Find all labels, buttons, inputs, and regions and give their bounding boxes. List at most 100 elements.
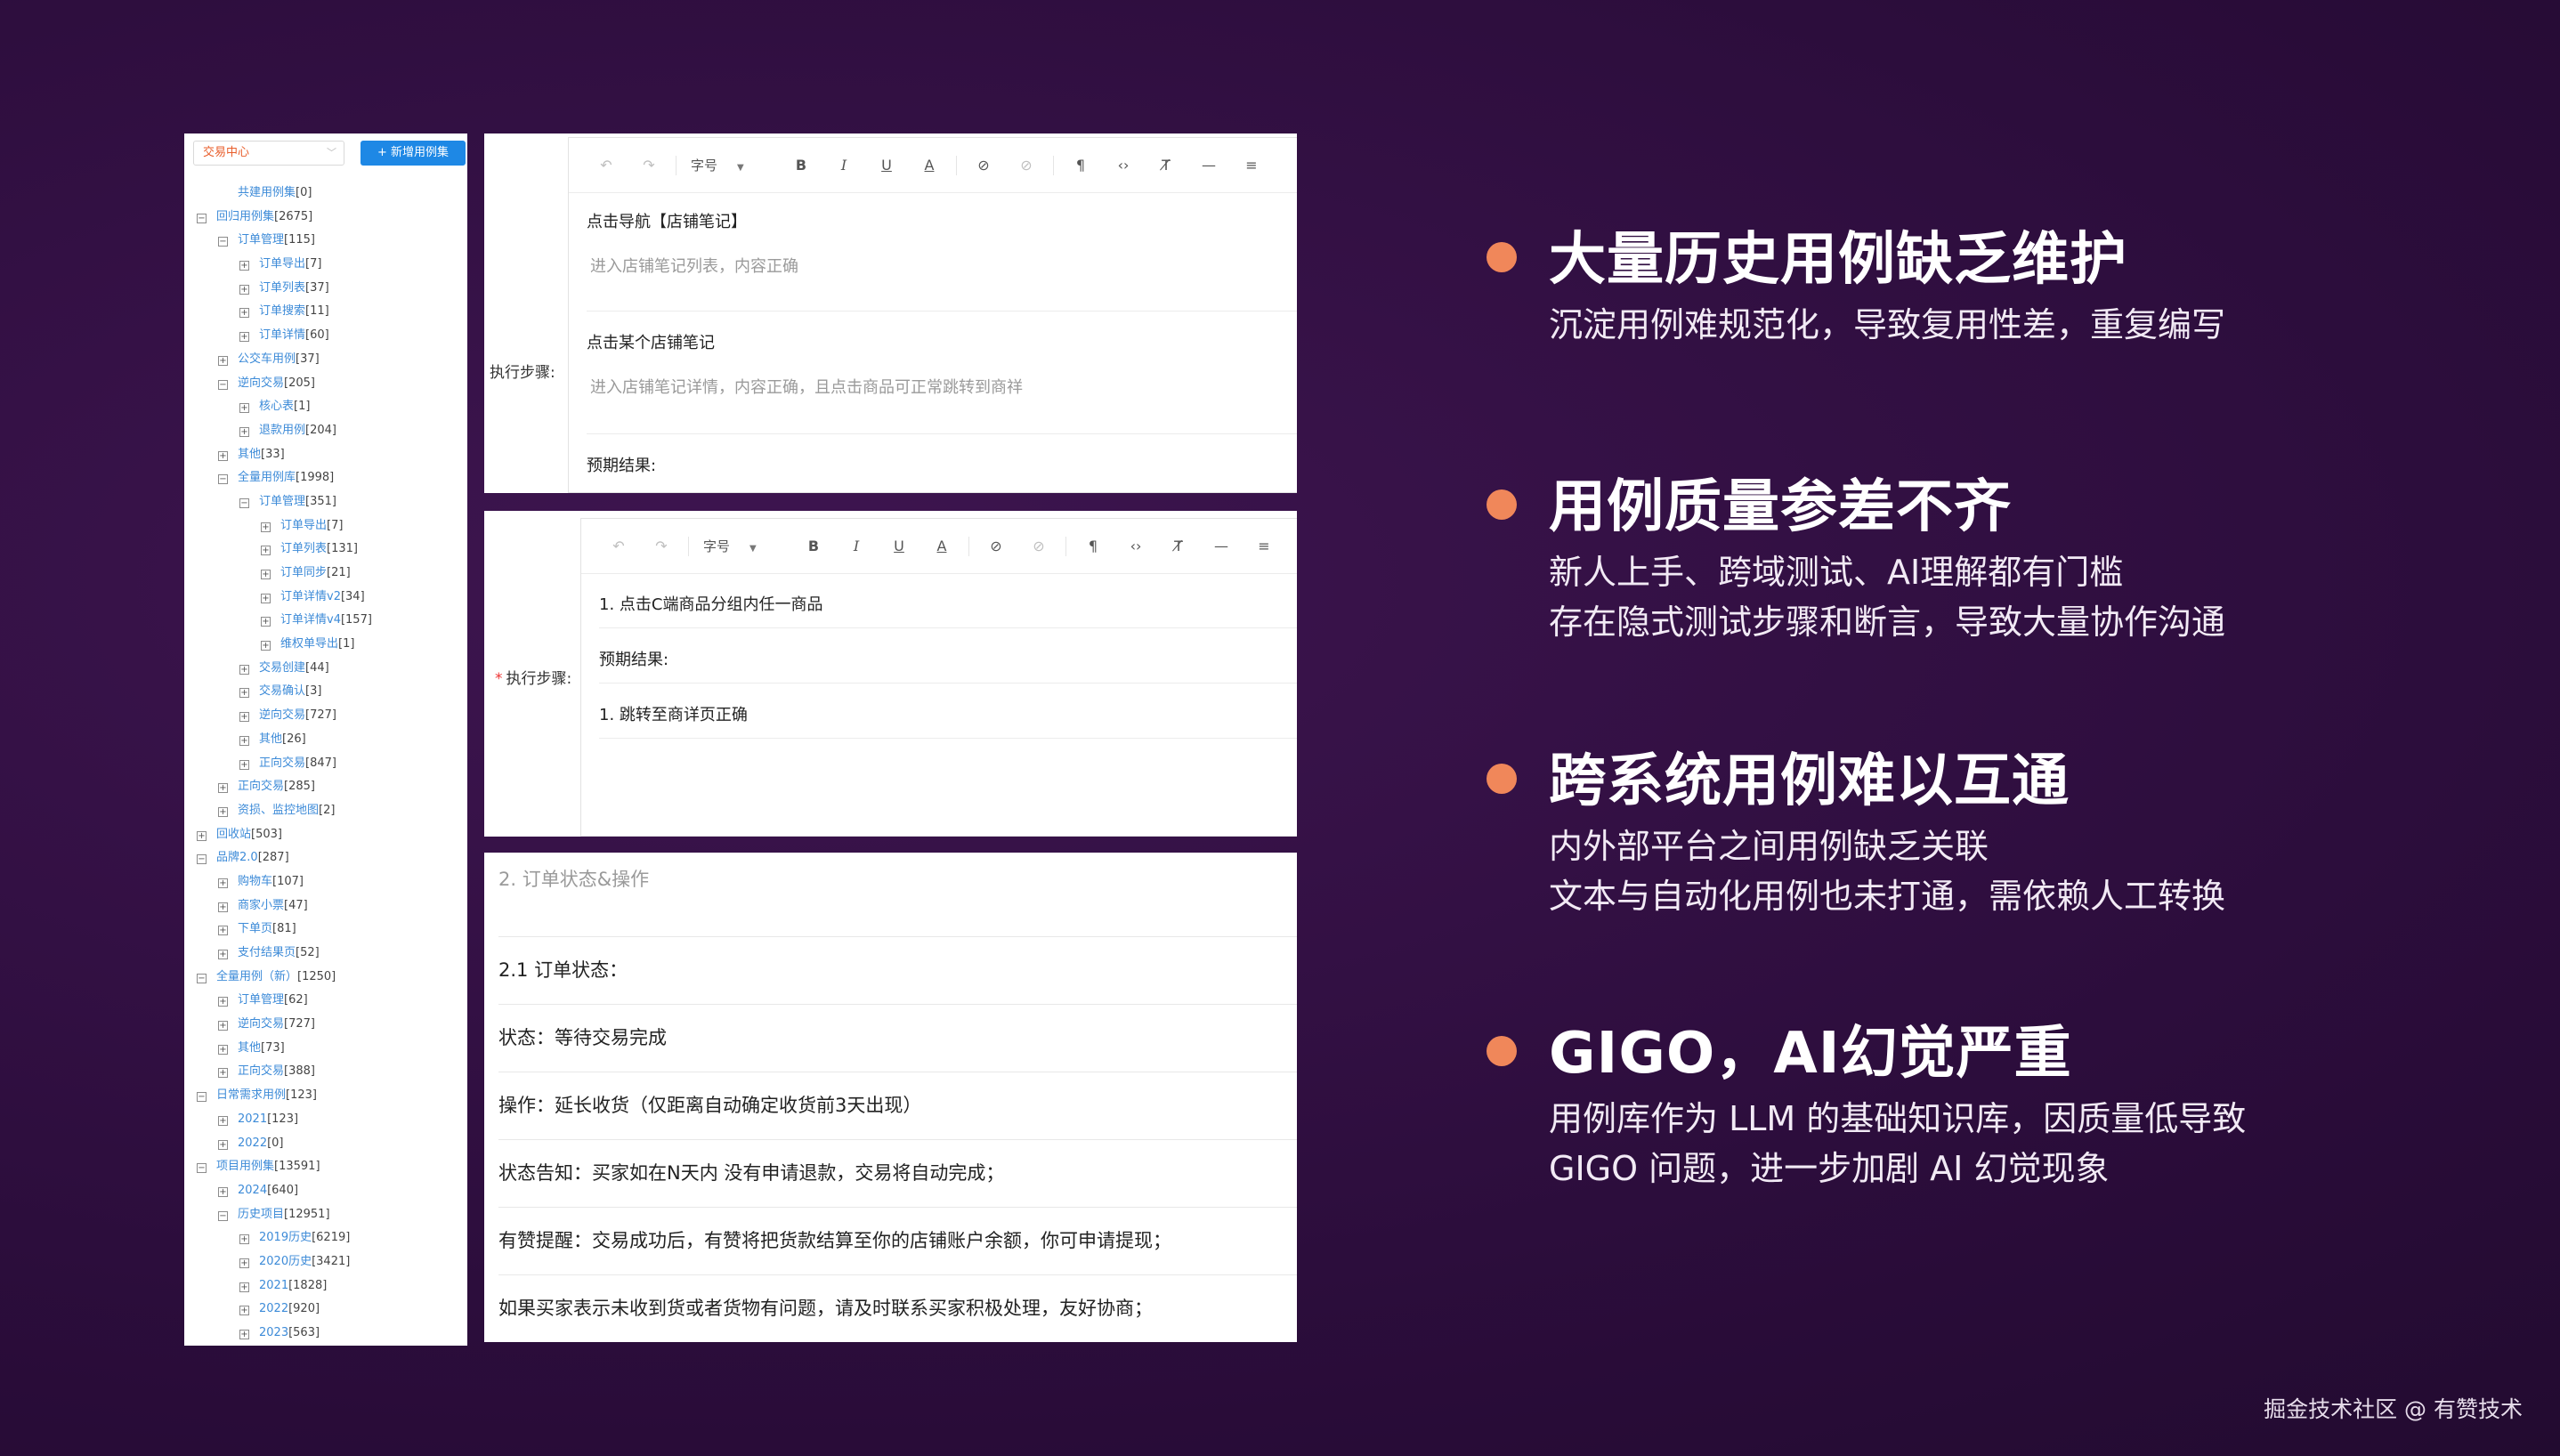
unlink-icon[interactable]: ⊘ bbox=[1005, 157, 1048, 174]
expand-icon[interactable]: + bbox=[261, 546, 271, 556]
link-icon[interactable]: ⊘ bbox=[975, 538, 1017, 554]
expand-icon[interactable]: + bbox=[218, 1021, 228, 1031]
tree-node-name[interactable]: 2022 bbox=[238, 1136, 267, 1150]
collapse-icon[interactable]: − bbox=[197, 213, 207, 223]
tree-node-name[interactable]: 2023 bbox=[259, 1326, 288, 1339]
tree-node-name[interactable]: 购物车 bbox=[238, 875, 272, 888]
expand-icon[interactable]: + bbox=[218, 806, 228, 817]
tree-node-name[interactable]: 逆向交易 bbox=[238, 376, 284, 390]
tree-node[interactable]: + 正向交易[847] bbox=[184, 752, 467, 776]
expand-icon[interactable]: + bbox=[239, 735, 249, 746]
expand-icon[interactable]: + bbox=[239, 308, 249, 319]
tree-node[interactable]: + 订单列表[37] bbox=[184, 277, 467, 301]
tree-node[interactable]: + 订单同步[21] bbox=[184, 562, 467, 586]
tree-node-name[interactable]: 2024 bbox=[238, 1184, 267, 1197]
expand-icon[interactable]: + bbox=[239, 712, 249, 723]
tree-node-name[interactable]: 资损、监控地图 bbox=[238, 804, 319, 817]
tree-node[interactable]: + 退款用例[204] bbox=[184, 419, 467, 443]
tree-node-name[interactable]: 下单页 bbox=[238, 922, 272, 935]
tree-node[interactable]: +2021[1828] bbox=[184, 1274, 467, 1298]
tree-node[interactable]: + 其他[73] bbox=[184, 1037, 467, 1061]
tree-node-name[interactable]: 全量用例库 bbox=[238, 471, 296, 484]
collapse-icon[interactable]: − bbox=[218, 1210, 228, 1221]
tree-node[interactable]: + 其他[26] bbox=[184, 728, 467, 752]
rich-text-editor[interactable]: ↶ ↷ 字号 ▼ B I U A ⊘ ⊘ ¶ ‹› T̸ — ≡ 点击导航【店铺笔… bbox=[568, 137, 1297, 493]
center-select[interactable]: 交易中心 ﹀ bbox=[193, 141, 344, 166]
tree-node-name[interactable]: 历史项目 bbox=[238, 1208, 284, 1221]
font-color-icon[interactable]: A bbox=[908, 157, 951, 174]
code-icon[interactable]: ‹› bbox=[1102, 157, 1145, 174]
expand-icon[interactable]: + bbox=[239, 1282, 249, 1292]
tree-node[interactable]: − 历史项目[12951] bbox=[184, 1203, 467, 1227]
tree-node-name[interactable]: 正向交易 bbox=[238, 1064, 284, 1078]
tree-node[interactable]: + 订单详情[60] bbox=[184, 324, 467, 348]
expand-icon[interactable]: + bbox=[218, 1068, 228, 1079]
tree-node-name[interactable]: 订单列表 bbox=[280, 542, 327, 555]
tree-node[interactable]: + 订单搜索[11] bbox=[184, 300, 467, 324]
tree-node[interactable]: + 订单详情v4[157] bbox=[184, 609, 467, 633]
tree-node-name[interactable]: 订单列表 bbox=[259, 281, 305, 295]
tree-node-name[interactable]: 订单管理 bbox=[238, 233, 284, 247]
tree-node-name[interactable]: 核心表 bbox=[259, 400, 294, 413]
tree-node[interactable]: +2019历史[6219] bbox=[184, 1226, 467, 1250]
tree-node-name[interactable]: 订单详情v2 bbox=[280, 590, 341, 603]
tree-node[interactable]: +2022[0] bbox=[184, 1132, 467, 1156]
tree-node-name[interactable]: 回归用例集 bbox=[216, 210, 274, 223]
clear-format-icon[interactable]: T̸ bbox=[1145, 157, 1187, 174]
format-painter-icon[interactable]: ¶ bbox=[1059, 157, 1102, 174]
tree-node[interactable]: − 全量用例（新）[1250] bbox=[184, 966, 467, 990]
collapse-icon[interactable]: − bbox=[197, 973, 207, 983]
tree-node[interactable]: +2022[920] bbox=[184, 1298, 467, 1322]
collapse-icon[interactable]: − bbox=[197, 1092, 207, 1103]
expand-icon[interactable]: + bbox=[218, 783, 228, 794]
expand-icon[interactable]: + bbox=[239, 403, 249, 414]
italic-icon[interactable]: I bbox=[822, 157, 865, 174]
undo-icon[interactable]: ↶ bbox=[585, 157, 628, 174]
expand-icon[interactable]: + bbox=[218, 926, 228, 936]
tree-node[interactable]: − 全量用例库[1998] bbox=[184, 466, 467, 490]
tree-node-name[interactable]: 交易创建 bbox=[259, 661, 305, 675]
expand-icon[interactable]: + bbox=[218, 950, 228, 959]
expand-icon[interactable]: + bbox=[218, 355, 228, 366]
tree-node-name[interactable]: 逆向交易 bbox=[238, 1017, 284, 1031]
expand-icon[interactable]: + bbox=[239, 664, 249, 675]
tree-node-name[interactable]: 2019历史 bbox=[259, 1231, 312, 1244]
tree-node-name[interactable]: 订单管理 bbox=[259, 495, 305, 508]
tree-node-name[interactable]: 订单详情v4 bbox=[280, 613, 341, 627]
expand-icon[interactable]: + bbox=[197, 830, 207, 841]
tree-node[interactable]: − 日常需求用例[123] bbox=[184, 1084, 467, 1108]
add-case-set-button[interactable]: + 新增用例集 bbox=[361, 141, 466, 166]
italic-icon[interactable]: I bbox=[835, 538, 878, 554]
tree-node[interactable]: + 正向交易[285] bbox=[184, 775, 467, 799]
expand-icon[interactable]: + bbox=[261, 641, 271, 651]
tree-node[interactable]: + 支付结果页[52] bbox=[184, 942, 467, 966]
expand-icon[interactable]: + bbox=[261, 570, 271, 579]
tree-node-name[interactable]: 订单详情 bbox=[259, 328, 305, 342]
font-color-icon[interactable]: A bbox=[920, 538, 963, 554]
tree-node-name[interactable]: 2020历史 bbox=[259, 1255, 312, 1268]
expand-icon[interactable]: + bbox=[218, 1139, 228, 1150]
tree-node-name[interactable]: 退款用例 bbox=[259, 424, 305, 437]
tree-node[interactable]: + 逆向交易[727] bbox=[184, 704, 467, 728]
tree-node[interactable]: − 回归用例集[2675] bbox=[184, 206, 467, 230]
tree-node-name[interactable]: 项目用例集 bbox=[216, 1160, 274, 1173]
expand-icon[interactable]: + bbox=[239, 1258, 249, 1268]
tree-node-name[interactable]: 支付结果页 bbox=[238, 946, 296, 959]
tree-node-name[interactable]: 日常需求用例 bbox=[216, 1088, 286, 1102]
expand-icon[interactable]: + bbox=[218, 902, 228, 912]
tree-node[interactable]: + 正向交易[388] bbox=[184, 1060, 467, 1084]
tree-node[interactable]: + 公交车用例[37] bbox=[184, 348, 467, 372]
tree-node-name[interactable]: 订单管理 bbox=[238, 993, 284, 1007]
expand-icon[interactable]: + bbox=[239, 261, 249, 271]
tree-node-name[interactable]: 订单搜索 bbox=[259, 304, 305, 318]
tree-node[interactable]: − 逆向交易[205] bbox=[184, 372, 467, 396]
tree-node-name[interactable]: 正向交易 bbox=[259, 756, 305, 770]
tree-node[interactable]: + 回收站[503] bbox=[184, 823, 467, 847]
underline-icon[interactable]: U bbox=[865, 157, 908, 174]
tree-node[interactable]: +2020历史[3421] bbox=[184, 1250, 467, 1274]
tree-node-name[interactable]: 2021 bbox=[238, 1112, 267, 1126]
tree-node[interactable]: + 商家小票[47] bbox=[184, 894, 467, 918]
clear-format-icon[interactable]: T̸ bbox=[1157, 538, 1200, 554]
tree-node[interactable]: − 项目用例集[13591] bbox=[184, 1155, 467, 1179]
tree-node-name[interactable]: 逆向交易 bbox=[259, 708, 305, 722]
